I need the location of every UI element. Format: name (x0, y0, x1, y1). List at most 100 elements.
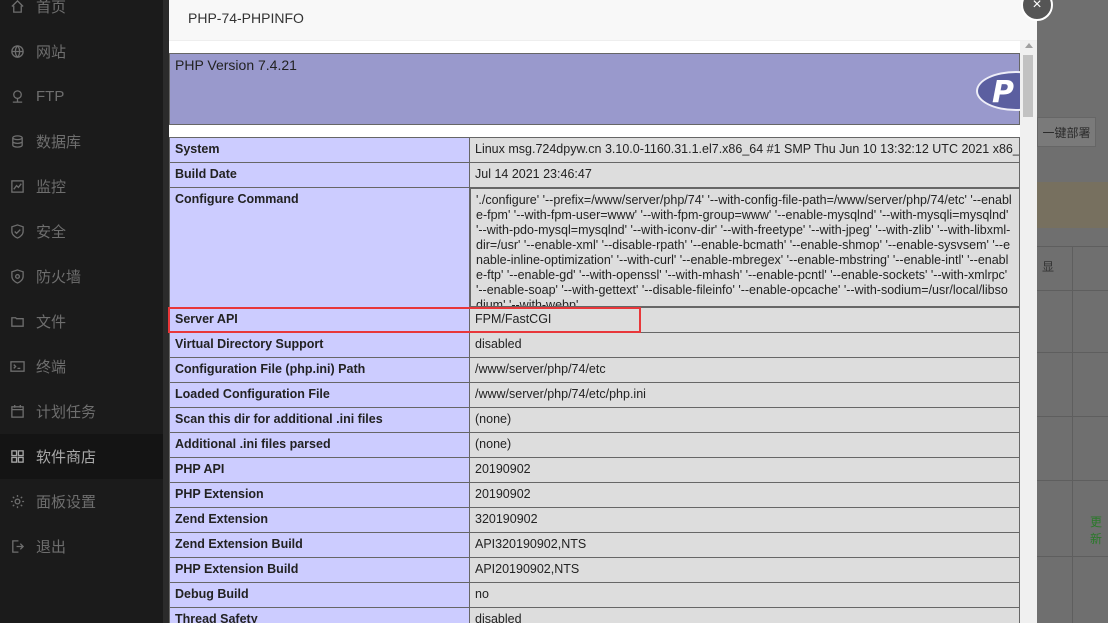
row-value: API320190902,NTS (469, 532, 1020, 558)
notice-strip (1037, 182, 1108, 228)
sidebar-item-label: 计划任务 (36, 404, 97, 421)
sidebar-item-files[interactable]: 文件 (0, 299, 163, 344)
row-key: Scan this dir for additional .ini files (169, 407, 470, 433)
modal-header: PHP-74-PHPINFO (169, 0, 1037, 41)
table-row: Build Date Jul 14 2021 23:46:47 (169, 162, 1020, 188)
table-row: Zend Extension 320190902 (169, 507, 1020, 533)
sidebar-item-label: 网站 (36, 44, 67, 61)
ftp-icon (9, 89, 25, 105)
sidebar-item-ftp[interactable]: FTP (0, 74, 163, 119)
table-row: Thread Safety disabled (169, 607, 1020, 623)
sidebar-item-panel-settings[interactable]: 面板设置 (0, 479, 163, 524)
sidebar-item-label: 防火墙 (36, 269, 82, 286)
phpinfo-table: System Linux msg.724dpyw.cn 3.10.0-1160.3… (169, 137, 1020, 623)
row-key: PHP Extension (169, 482, 470, 508)
row-value: Jul 14 2021 23:46:47 (469, 162, 1020, 188)
row-key: Virtual Directory Support (169, 332, 470, 358)
table-row: PHP Extension 20190902 (169, 482, 1020, 508)
database-icon (9, 134, 25, 150)
scroll-thumb[interactable] (1023, 55, 1033, 117)
row-value: 320190902 (469, 507, 1020, 533)
row-key: Thread Safety (169, 607, 470, 623)
row-key: System (169, 137, 470, 163)
sidebar-item-terminal[interactable]: 终端 (0, 344, 163, 389)
table-row: System Linux msg.724dpyw.cn 3.10.0-1160.3… (169, 137, 1020, 163)
modal-scrollbar[interactable] (1020, 41, 1037, 623)
sidebar-item-cron[interactable]: 计划任务 (0, 389, 163, 434)
terminal-icon (9, 359, 25, 375)
php-logo: P (976, 71, 1020, 111)
row-key: Configuration File (php.ini) Path (169, 357, 470, 383)
sidebar-item-label: 退出 (36, 539, 67, 556)
table-row: Configure Command './configure' '--prefix… (169, 187, 1020, 308)
sidebar-item-app-store[interactable]: 软件商店 (0, 434, 163, 479)
table-column-head: 显 (1042, 260, 1055, 274)
globe-icon (9, 44, 25, 60)
row-key: PHP Extension Build (169, 557, 470, 583)
table-row: Zend Extension Build API320190902,NTS (169, 532, 1020, 558)
row-value: /www/server/php/74/etc/php.ini (469, 382, 1020, 408)
row-key: Build Date (169, 162, 470, 188)
sidebar-item-monitor[interactable]: 监控 (0, 164, 163, 209)
row-value: disabled (469, 607, 1020, 623)
home-icon (9, 0, 25, 15)
row-value: 20190902 (469, 457, 1020, 483)
gear-icon (9, 494, 25, 510)
sidebar-item-label: 数据库 (36, 134, 82, 151)
apps-icon (9, 449, 25, 465)
sidebar-item-website[interactable]: 网站 (0, 29, 163, 74)
sidebar-item-logout[interactable]: 退出 (0, 524, 163, 569)
table-row: PHP API 20190902 (169, 457, 1020, 483)
row-key: Configure Command (169, 187, 470, 308)
sidebar: 首页 网站 FTP 数据库 监控 安全 防火墙 文件 终端 计划任务 软件商店 (0, 0, 163, 623)
table-row: Additional .ini files parsed (none) (169, 432, 1020, 458)
sidebar-item-label: 监控 (36, 179, 67, 196)
logout-icon (9, 539, 25, 555)
row-key: PHP API (169, 457, 470, 483)
scroll-up-arrow-icon[interactable] (1025, 43, 1033, 48)
firewall-icon (9, 269, 25, 285)
row-key: Loaded Configuration File (169, 382, 470, 408)
sidebar-item-label: 终端 (36, 359, 67, 376)
sidebar-item-label: 首页 (36, 0, 67, 16)
modal-title: PHP-74-PHPINFO (188, 10, 304, 26)
shield-icon (9, 224, 25, 240)
monitor-icon (9, 179, 25, 195)
row-value: (none) (469, 432, 1020, 458)
sidebar-item-home[interactable]: 首页 (0, 0, 163, 29)
row-key: Debug Build (169, 582, 470, 608)
sidebar-item-label: 软件商店 (36, 449, 97, 466)
row-value: disabled (469, 332, 1020, 358)
row-value: /www/server/php/74/etc (469, 357, 1020, 383)
folder-icon (9, 314, 25, 330)
php-logo-text: P (992, 75, 1014, 110)
sidebar-item-label: 文件 (36, 314, 67, 331)
server-api-highlight (168, 307, 641, 333)
sidebar-item-firewall[interactable]: 防火墙 (0, 254, 163, 299)
divider (1072, 246, 1073, 623)
table-row: Debug Build no (169, 582, 1020, 608)
row-key: Additional .ini files parsed (169, 432, 470, 458)
row-value: 20190902 (469, 482, 1020, 508)
row-value: API20190902,NTS (469, 557, 1020, 583)
row-value: './configure' '--prefix=/www/server/php/… (470, 188, 1020, 307)
row-value: Linux msg.724dpyw.cn 3.10.0-1160.31.1.el… (469, 137, 1020, 163)
table-row: Virtual Directory Support disabled (169, 332, 1020, 358)
sidebar-item-label: 面板设置 (36, 494, 97, 511)
table-row: Scan this dir for additional .ini files(… (169, 407, 1020, 433)
sidebar-item-label: 安全 (36, 224, 67, 241)
php-version: PHP Version 7.4.21 (175, 57, 297, 73)
sidebar-item-security[interactable]: 安全 (0, 209, 163, 254)
sidebar-item-database[interactable]: 数据库 (0, 119, 163, 164)
update-link[interactable]: 更新 (1090, 513, 1108, 547)
one-click-deploy-button[interactable]: 一键部署 (1037, 117, 1096, 147)
sidebar-item-label: FTP (36, 88, 65, 105)
row-key: Zend Extension (169, 507, 470, 533)
table-row: PHP Extension Build API20190902,NTS (169, 557, 1020, 583)
row-key: Zend Extension Build (169, 532, 470, 558)
row-value: (none) (469, 407, 1020, 433)
table-row: Loaded Configuration File/www/server/php… (169, 382, 1020, 408)
row-value: no (469, 582, 1020, 608)
table-row: Configuration File (php.ini) Path/www/se… (169, 357, 1020, 383)
calendar-icon (9, 404, 25, 420)
